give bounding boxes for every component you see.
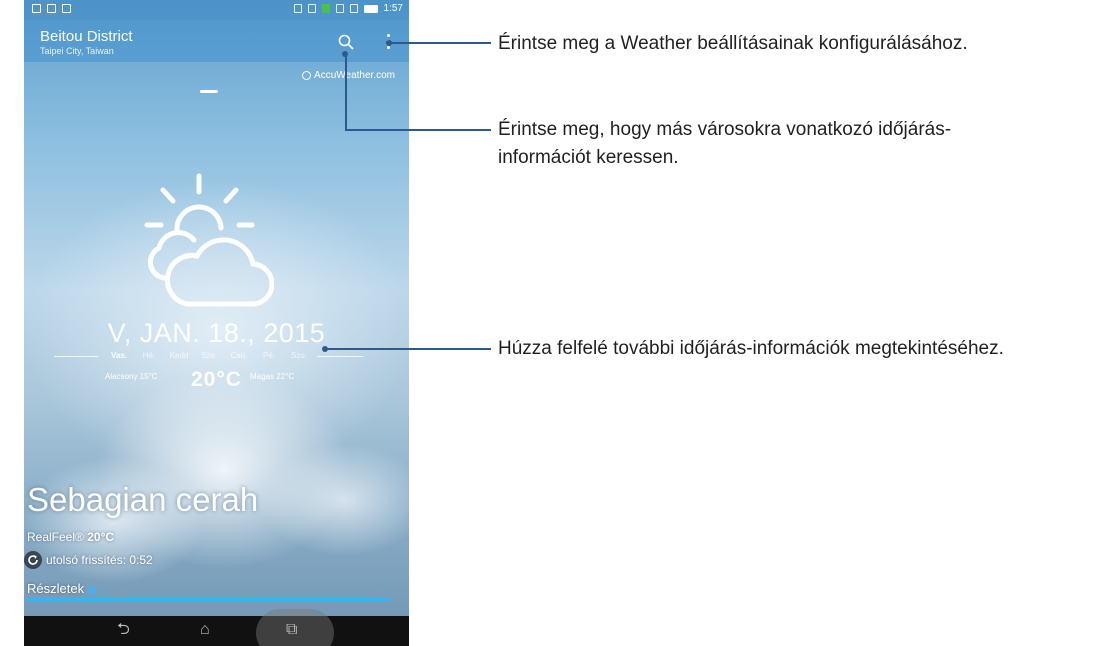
battery-icon — [363, 4, 378, 13]
callout-line-settings — [389, 42, 491, 44]
status-bar: 1:57 — [24, 0, 409, 20]
day-tab[interactable]: Pé. — [254, 351, 284, 360]
callout-search-line1: Érintse meg, hogy más városokra vonatkoz… — [498, 119, 952, 140]
screenshot-notification-icon — [62, 4, 71, 13]
low-temperature: Alacsony 15°C — [105, 372, 158, 381]
realfeel-label: RealFeel® — [27, 530, 84, 544]
back-button-icon[interactable]: ⮌ — [117, 622, 130, 638]
weekday-selector[interactable]: Vas. Hé. Kedd Sze. Csü. Pé. Szo. — [104, 351, 314, 360]
high-temperature: Magas 22°C — [250, 372, 295, 381]
callout-line-swipe — [325, 348, 491, 350]
details-toggle[interactable]: Részletek — [27, 581, 98, 596]
file-notification-icon — [47, 4, 56, 13]
region-name: Taipei City, Taiwan — [40, 46, 114, 56]
calendar-notification-icon — [32, 4, 41, 13]
accuweather-logo[interactable]: AccuWeather.com — [302, 70, 395, 81]
day-tab[interactable]: Kedd — [164, 351, 194, 360]
realfeel-row: RealFeel® 20°C — [27, 530, 114, 544]
refresh-row[interactable]: utolsó frissítés: 0:52 — [24, 551, 153, 569]
day-tab[interactable]: Sze. — [194, 351, 224, 360]
callout-swipe: Húzza felfelé további időjárás-informáci… — [498, 338, 1004, 359]
expand-up-icon — [87, 584, 98, 593]
wifi-icon — [321, 4, 330, 13]
days-divider-right — [317, 356, 363, 357]
details-bar[interactable] — [26, 598, 391, 601]
recent-apps-button-icon[interactable]: ⧉ — [286, 622, 297, 638]
day-tab[interactable]: Vas. — [104, 351, 134, 360]
details-label: Részletek — [27, 581, 85, 596]
vibrate-icon — [293, 4, 302, 13]
provider-label: AccuWeather.com — [314, 70, 395, 81]
callout-settings: Érintse meg a Weather beállításainak kon… — [498, 33, 968, 54]
callout-line-search — [345, 129, 491, 131]
day-tab[interactable]: Szo. — [284, 351, 314, 360]
partly-sunny-icon — [144, 173, 274, 307]
sim-icon — [349, 4, 358, 13]
current-temperature: 20°C — [191, 368, 242, 391]
day-tab[interactable]: Hé. — [134, 351, 164, 360]
weather-app-screen: 1:57 Beitou District Taipei City, Taiwan… — [24, 0, 409, 646]
accuweather-sun-icon — [302, 71, 312, 80]
callout-search-line2: információt keressen. — [498, 147, 679, 168]
day-tab[interactable]: Csü. — [224, 351, 254, 360]
realfeel-value: 20°C — [87, 530, 115, 544]
home-button-icon[interactable]: ⌂ — [200, 622, 210, 638]
page-indicator — [200, 90, 218, 93]
search-icon[interactable] — [338, 34, 354, 50]
signal-icon — [335, 4, 344, 13]
last-update-text: utolsó frissítés: 0:52 — [46, 553, 153, 567]
city-name[interactable]: Beitou District — [40, 28, 133, 45]
forecast-date: V, JAN. 18., 2015 — [107, 318, 326, 348]
days-divider-left — [54, 356, 98, 357]
callout-line-search-vertical — [345, 54, 347, 130]
navigation-bar — [24, 616, 409, 646]
status-time: 1:57 — [383, 3, 403, 14]
refresh-icon[interactable] — [24, 551, 42, 569]
weather-condition: Sebagian cerah — [27, 481, 259, 518]
location-icon — [307, 4, 316, 13]
